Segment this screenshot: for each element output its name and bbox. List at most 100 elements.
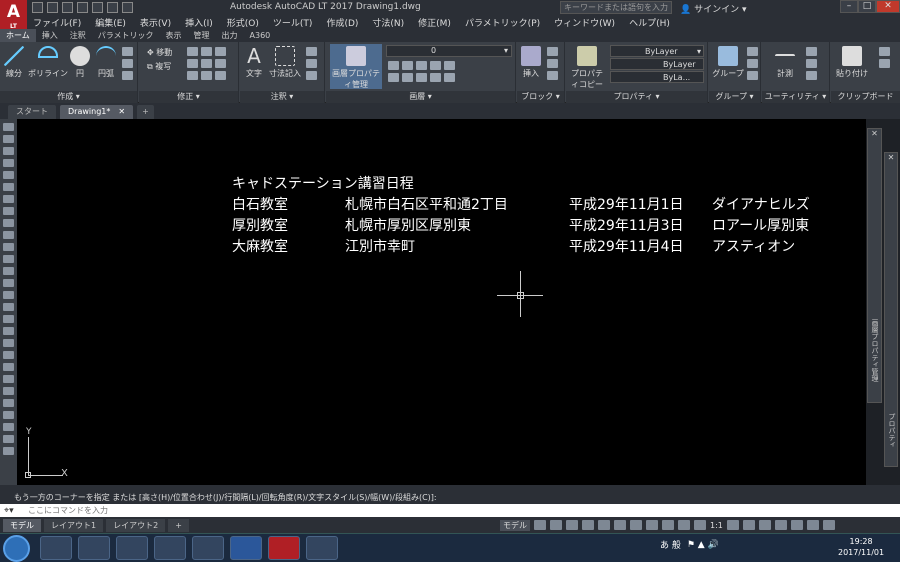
tool-icon-2[interactable] xyxy=(3,135,14,143)
isolate-objects-icon[interactable] xyxy=(790,520,803,530)
print-icon[interactable] xyxy=(92,2,103,13)
tool-icon-7[interactable] xyxy=(3,195,14,203)
array-icon[interactable] xyxy=(215,71,226,80)
tab-manage[interactable]: 管理 xyxy=(188,29,216,42)
annotation-panel-label[interactable]: 注釈 ▾ xyxy=(240,91,324,103)
tab-model[interactable]: モデル xyxy=(3,518,41,532)
explorer-icon[interactable] xyxy=(78,536,110,560)
start-button[interactable] xyxy=(3,535,30,562)
tool-icon-15[interactable] xyxy=(3,291,14,299)
save-icon[interactable] xyxy=(62,2,73,13)
word-icon[interactable] xyxy=(230,536,262,560)
media-player-icon[interactable] xyxy=(40,536,72,560)
otrack-icon[interactable] xyxy=(614,520,626,530)
ie-icon[interactable] xyxy=(192,536,224,560)
lineweight-dropdown[interactable]: ByLa... xyxy=(610,71,704,83)
block-panel-label[interactable]: ブロック ▾ xyxy=(517,91,564,103)
snap-icon[interactable] xyxy=(550,520,562,530)
close-button[interactable]: ✕ xyxy=(876,0,900,13)
tool-icon-22[interactable] xyxy=(3,375,14,383)
annotation-monitor-icon[interactable] xyxy=(742,520,755,530)
polar-icon[interactable] xyxy=(582,520,594,530)
circle-button[interactable]: 円 xyxy=(68,46,92,79)
new-icon[interactable] xyxy=(32,2,43,13)
group-select-icon[interactable] xyxy=(747,71,758,80)
tab-output[interactable]: 出力 xyxy=(216,29,244,42)
saveas-icon[interactable] xyxy=(77,2,88,13)
tool-icon-14[interactable] xyxy=(3,279,14,287)
fullscreen-icon[interactable] xyxy=(806,520,819,530)
tool-icon-9[interactable] xyxy=(3,219,14,227)
signin-button[interactable]: 👤 サインイン ▾ xyxy=(680,2,746,15)
select-all-icon[interactable] xyxy=(806,71,817,80)
layer-current-icon[interactable] xyxy=(444,73,455,82)
quickselect-icon[interactable] xyxy=(806,47,817,56)
chrome-icon[interactable] xyxy=(116,536,148,560)
menu-view[interactable]: 表示(V) xyxy=(140,16,171,29)
color-dropdown[interactable]: ByLayer ▾ xyxy=(610,45,704,57)
annotation-visibility-icon[interactable] xyxy=(678,520,690,530)
tool-icon-5[interactable] xyxy=(3,171,14,179)
drawing-canvas[interactable]: キャドステーション講習日程 白石教室 札幌市白石区平和通2丁目 平成29年11月1日… xyxy=(17,119,866,485)
fillet-icon[interactable] xyxy=(201,59,212,68)
tab-drawing1[interactable]: Drawing1* ✕ xyxy=(60,105,134,119)
point-icon[interactable] xyxy=(806,59,817,68)
line-button[interactable]: 線分 xyxy=(2,46,26,79)
tool-icon-19[interactable] xyxy=(3,339,14,347)
tool-icon-12[interactable] xyxy=(3,255,14,263)
tool-icon-28[interactable] xyxy=(3,447,14,455)
menu-draw[interactable]: 作成(D) xyxy=(326,16,358,29)
menu-tools[interactable]: ツール(T) xyxy=(273,16,313,29)
modify-panel-label[interactable]: 修正 ▾ xyxy=(139,91,238,103)
stretch-icon[interactable] xyxy=(187,71,198,80)
draw-panel-label[interactable]: 作成 ▾ xyxy=(0,91,137,103)
rotate-icon[interactable] xyxy=(187,47,198,56)
command-input[interactable] xyxy=(28,506,528,515)
spline-icon[interactable] xyxy=(122,71,133,80)
scale-icon[interactable] xyxy=(201,71,212,80)
tool-icon-26[interactable] xyxy=(3,423,14,431)
layer-match-icon[interactable] xyxy=(444,61,455,70)
tool-icon-25[interactable] xyxy=(3,411,14,419)
layer-properties-palette[interactable]: ✕ 画層プロパティ管理 xyxy=(867,128,882,403)
annotation-scale[interactable]: 1:1 xyxy=(710,521,723,530)
search-input[interactable]: キーワードまたは語句を入力 xyxy=(560,1,672,14)
arc-button[interactable]: 円弧 xyxy=(94,46,118,79)
menu-parametric[interactable]: パラメトリック(P) xyxy=(465,16,540,29)
layer-off-icon[interactable] xyxy=(388,61,399,70)
edit-attribute-icon[interactable] xyxy=(547,71,558,80)
tool-icon-20[interactable] xyxy=(3,351,14,359)
tab-home[interactable]: ホーム xyxy=(0,29,36,42)
ungroup-icon[interactable] xyxy=(747,47,758,56)
model-space-toggle[interactable]: モデル xyxy=(500,519,530,531)
copy-button[interactable]: ⧉ 複写 xyxy=(147,60,172,74)
command-prompt-icon[interactable]: ⌖▾ xyxy=(4,506,14,516)
menu-edit[interactable]: 編集(E) xyxy=(95,16,126,29)
layer-dropdown[interactable]: 0 ▾ xyxy=(386,45,512,57)
lineweight-icon[interactable] xyxy=(630,520,642,530)
tray-icons[interactable]: ⚑ ▲ 🔊 xyxy=(687,540,719,550)
layer-unlock-icon[interactable] xyxy=(430,73,441,82)
close-icon[interactable]: ✕ xyxy=(868,129,881,138)
clipboard-panel-label[interactable]: クリップボード xyxy=(831,91,900,103)
edit-block-icon[interactable] xyxy=(547,59,558,68)
dimension-button[interactable]: 寸法記入 xyxy=(268,46,302,79)
polyline-button[interactable]: ポリライン xyxy=(28,46,68,78)
create-block-icon[interactable] xyxy=(547,47,558,56)
menu-file[interactable]: ファイル(F) xyxy=(33,16,81,29)
tab-annotate[interactable]: 注釈 xyxy=(64,29,92,42)
cut-icon[interactable] xyxy=(879,47,890,56)
app-menu-button[interactable]: A LT xyxy=(0,0,27,31)
autocad-icon[interactable] xyxy=(268,536,300,560)
layer-unisolate-icon[interactable] xyxy=(402,73,413,82)
layers-panel-label[interactable]: 画層 ▾ xyxy=(326,91,515,103)
menu-help[interactable]: ヘルプ(H) xyxy=(629,16,670,29)
group-button[interactable]: グループ xyxy=(711,46,745,79)
grid-icon[interactable] xyxy=(534,520,546,530)
markup-icon[interactable] xyxy=(306,71,317,80)
tool-icon-24[interactable] xyxy=(3,399,14,407)
tool-icon-8[interactable] xyxy=(3,207,14,215)
tool-icon-17[interactable] xyxy=(3,315,14,323)
units-icon[interactable] xyxy=(758,520,771,530)
ortho-icon[interactable] xyxy=(566,520,578,530)
